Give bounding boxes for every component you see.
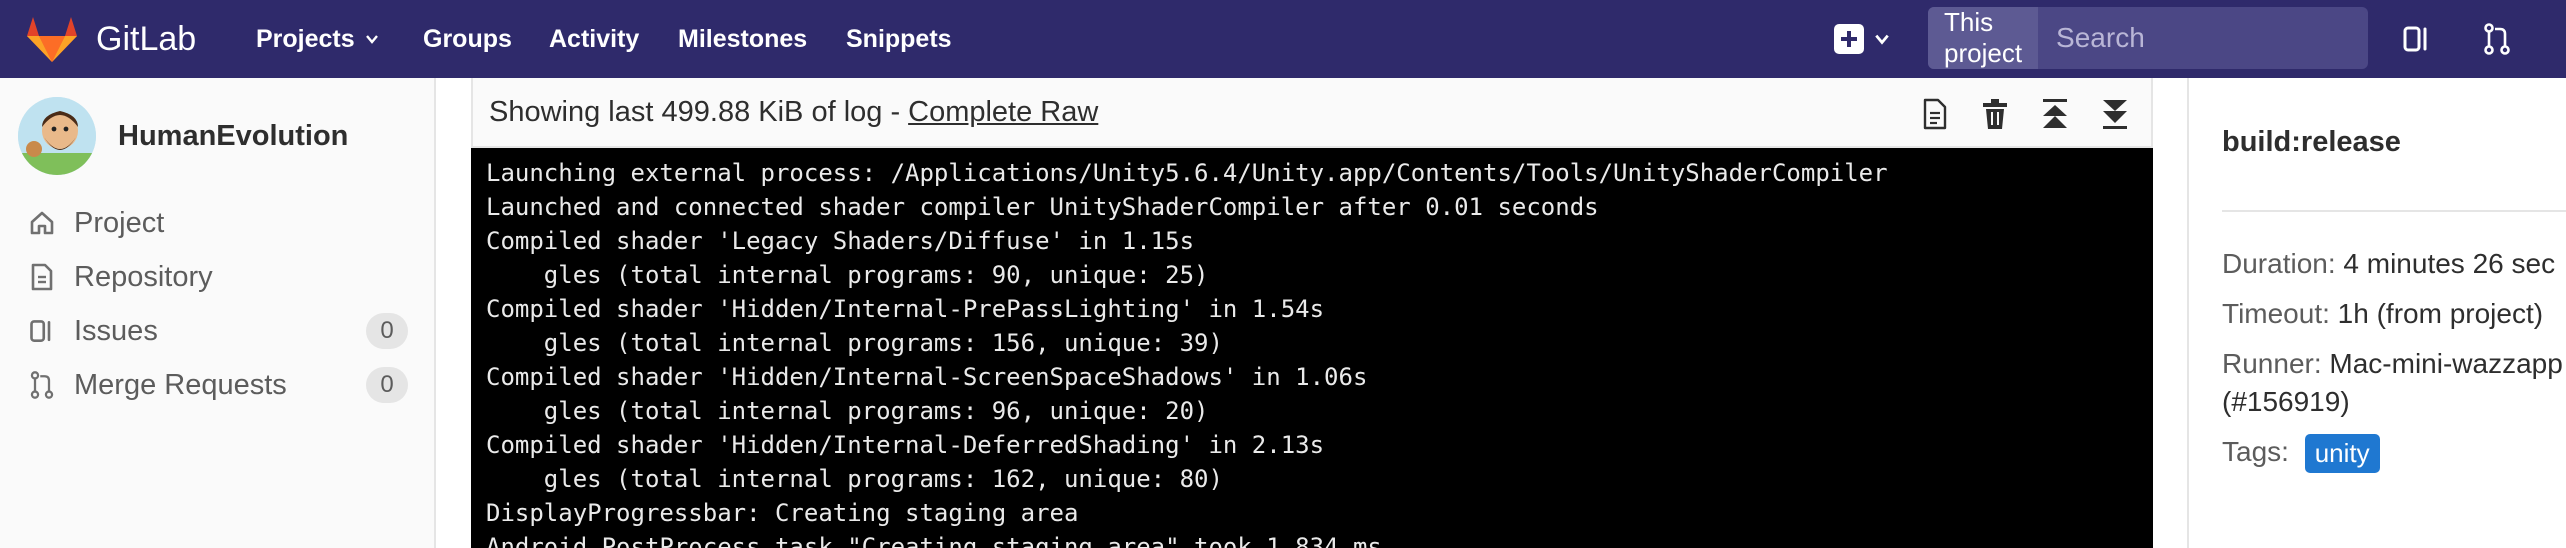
merge-request-icon (2484, 23, 2510, 55)
nav-activity[interactable]: Activity (549, 0, 639, 78)
log-header-suffix: of log - (811, 95, 901, 128)
nav-snippets-label: Snippets (846, 24, 952, 53)
project-avatar (18, 97, 96, 175)
erase-log-button[interactable] (1977, 96, 2013, 132)
duration-label: Duration: (2222, 248, 2336, 279)
project-header[interactable]: HumanEvolution (18, 96, 348, 176)
nav-groups-label: Groups (423, 24, 512, 53)
log-line: Compiled shader 'Legacy Shaders/Diffuse'… (486, 227, 1195, 255)
document-icon (31, 263, 53, 291)
log-line: DisplayProgressbar: Creating staging are… (486, 499, 1079, 527)
log-controls (1917, 94, 2133, 134)
job-duration: Duration: 4 minutes 26 sec (2222, 248, 2555, 280)
timeout-value: 1h (from project) (2337, 298, 2544, 329)
log-line: Compiled shader 'Hidden/Internal-Deferre… (486, 431, 1325, 459)
job-log-panel: Showing last 499.88 KiB of log - Complet… (471, 78, 2153, 548)
complete-raw-link[interactable]: Complete Raw (908, 96, 1098, 129)
search-scope-badge[interactable]: This project (1928, 7, 2039, 69)
scroll-bottom-icon (2103, 100, 2127, 129)
scroll-to-top-button[interactable] (2037, 96, 2073, 132)
nav-groups[interactable]: Groups (423, 0, 512, 78)
log-line: Compiled shader 'Hidden/Internal-PrePass… (486, 295, 1325, 323)
log-line: gles (total internal programs: 162, uniq… (486, 465, 1223, 493)
brand-name: GitLab (96, 19, 197, 58)
issues-icon (2403, 26, 2427, 52)
chevron-down-icon (1875, 34, 1889, 45)
sidebar-item-label: Repository (74, 260, 213, 293)
project-sidebar: HumanEvolution Project Repository Issues… (0, 78, 436, 548)
nav-milestones-label: Milestones (678, 24, 808, 53)
timeout-label: Timeout: (2222, 298, 2330, 329)
job-runner: Runner: Mac-mini-wazzapp (2222, 348, 2563, 380)
top-navbar: GitLab Projects Groups Activity Mileston… (0, 0, 2566, 78)
runner-value: Mac-mini-wazzapp (2329, 348, 2563, 379)
gitlab-home-link[interactable]: GitLab (26, 0, 196, 78)
raw-log-icon (1923, 98, 1947, 130)
plus-icon (1834, 24, 1864, 54)
job-timeout: Timeout: 1h (from project) (2222, 298, 2543, 330)
chevron-down-icon (365, 35, 378, 44)
log-output[interactable]: - - - - - - - - - - - - - - - - - - - - … (471, 148, 2153, 548)
tags-label: Tags: (2222, 435, 2289, 467)
log-line: gles (total internal programs: 96, uniqu… (486, 397, 1209, 425)
sidebar-item-repository[interactable]: Repository (28, 252, 408, 302)
search-input[interactable] (2038, 7, 2436, 69)
merge-request-icon (30, 371, 54, 399)
nav-projects-label: Projects (256, 24, 355, 53)
nav-projects[interactable]: Projects (256, 0, 379, 78)
log-line: Launched and connected shader compiler U… (486, 193, 1599, 221)
issues-nav-button[interactable] (2398, 20, 2436, 58)
sidebar-item-label: Merge Requests (74, 368, 287, 401)
log-line: gles (total internal programs: 156, uniq… (486, 329, 1223, 357)
log-header-prefix: Showing last (489, 95, 654, 128)
sidebar-item-label: Issues (74, 314, 158, 347)
log-line: Android PostProcess task "Creating stagi… (486, 533, 1382, 548)
search-box: This project (1928, 7, 2436, 69)
job-name: build:release (2222, 126, 2401, 158)
log-line: Launching external process: /Application… (486, 159, 1888, 187)
job-tags: Tags: unity (2222, 434, 2380, 473)
scroll-to-bottom-button[interactable] (2097, 96, 2133, 132)
project-name: HumanEvolution (118, 119, 349, 152)
job-info-sidebar: build:release Duration: 4 minutes 26 sec… (2187, 78, 2566, 548)
issues-icon (30, 320, 51, 342)
issues-count-badge: 0 (366, 313, 408, 349)
runner-label: Runner: (2222, 348, 2322, 379)
sidebar-item-issues[interactable]: Issues 0 (28, 306, 408, 356)
sidebar-item-label: Project (74, 206, 165, 239)
log-line: Compiled shader 'Hidden/Internal-ScreenS… (486, 363, 1368, 391)
log-header: Showing last 499.88 KiB of log - Complet… (471, 78, 2153, 148)
new-dropdown-button[interactable] (1834, 22, 1890, 56)
sidebar-item-merge-requests[interactable]: Merge Requests 0 (28, 360, 408, 410)
job-runner-id: (#156919) (2222, 386, 2350, 418)
avatar-image (18, 97, 96, 175)
duration-value: 4 minutes 26 sec (2343, 248, 2556, 279)
nav-snippets[interactable]: Snippets (846, 0, 952, 78)
divider (2222, 210, 2566, 212)
nav-milestones[interactable]: Milestones (678, 0, 807, 78)
show-raw-button[interactable] (1917, 96, 1953, 132)
scroll-top-icon (2043, 99, 2067, 128)
tag-badge[interactable]: unity (2304, 434, 2380, 473)
runner-id: (#156919) (2222, 386, 2350, 417)
sidebar-item-project[interactable]: Project (28, 198, 408, 248)
merge-requests-nav-button[interactable] (2478, 20, 2516, 58)
erase-icon (1983, 99, 2007, 129)
merge-requests-count-badge: 0 (366, 367, 408, 403)
nav-activity-label: Activity (549, 24, 640, 53)
gitlab-logo-icon (27, 17, 77, 62)
log-size: 499.88 KiB (661, 95, 804, 128)
home-icon (30, 211, 54, 235)
log-line: gles (total internal programs: 90, uniqu… (486, 261, 1209, 289)
